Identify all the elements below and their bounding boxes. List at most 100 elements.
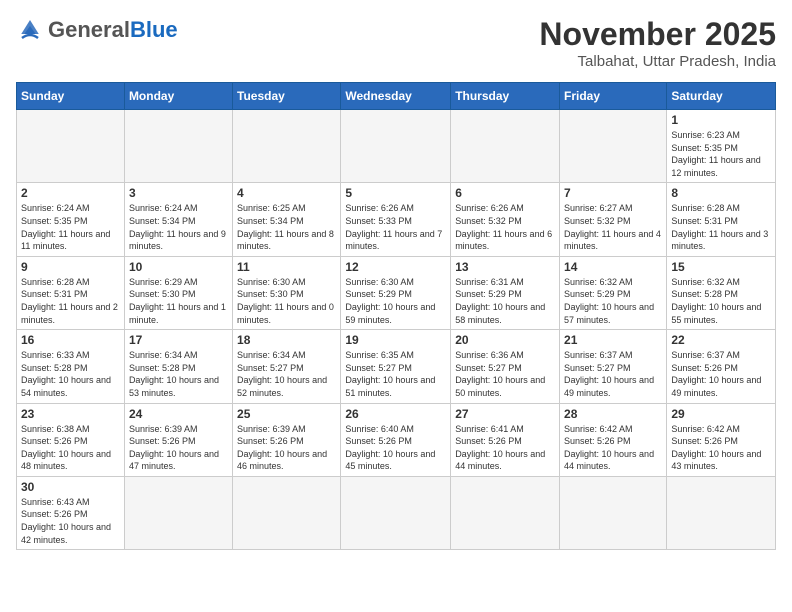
calendar-cell: 17Sunrise: 6:34 AM Sunset: 5:28 PM Dayli… [124,330,232,403]
day-info: Sunrise: 6:34 AM Sunset: 5:27 PM Dayligh… [237,349,336,399]
title-area: November 2025 Talbahat, Uttar Pradesh, I… [539,16,776,70]
calendar-cell: 5Sunrise: 6:26 AM Sunset: 5:33 PM Daylig… [341,183,451,256]
calendar-week-row: 16 Sunrise: 6:33 AM Sunset: 5:28 PM Dayli… [17,330,776,403]
calendar-cell: 29Sunrise: 6:42 AM Sunset: 5:26 PM Dayli… [667,403,776,476]
day-info: Sunrise: 6:33 AM Sunset: 5:28 PM Dayligh… [21,349,120,399]
day-info: Sunrise: 6:26 AM Sunset: 5:32 PM Dayligh… [455,202,555,252]
day-number: 13 [455,260,555,274]
calendar-cell: 1 Sunrise: 6:23 AM Sunset: 5:35 PM Daylig… [667,110,776,183]
calendar-cell: 21 Sunrise: 6:37 AM Sunset: 5:27 PM Dayli… [560,330,667,403]
calendar-week-row: 1 Sunrise: 6:23 AM Sunset: 5:35 PM Daylig… [17,110,776,183]
day-info: Sunrise: 6:30 AM Sunset: 5:30 PM Dayligh… [237,276,336,326]
weekday-header: Wednesday [341,83,451,110]
calendar-cell: 26Sunrise: 6:40 AM Sunset: 5:26 PM Dayli… [341,403,451,476]
day-number: 28 [564,407,662,421]
logo-icon [16,16,44,44]
calendar-cell: 11 Sunrise: 6:30 AM Sunset: 5:30 PM Dayli… [233,256,341,329]
day-number: 26 [345,407,446,421]
calendar-week-row: 30Sunrise: 6:43 AM Sunset: 5:26 PM Dayli… [17,476,776,549]
calendar-cell: 24Sunrise: 6:39 AM Sunset: 5:26 PM Dayli… [124,403,232,476]
day-info: Sunrise: 6:43 AM Sunset: 5:26 PM Dayligh… [21,496,120,546]
day-info: Sunrise: 6:35 AM Sunset: 5:27 PM Dayligh… [345,349,446,399]
day-info: Sunrise: 6:36 AM Sunset: 5:27 PM Dayligh… [455,349,555,399]
weekday-header: Friday [560,83,667,110]
day-info: Sunrise: 6:32 AM Sunset: 5:29 PM Dayligh… [564,276,662,326]
calendar-cell: 3 Sunrise: 6:24 AM Sunset: 5:34 PM Daylig… [124,183,232,256]
calendar-week-row: 23Sunrise: 6:38 AM Sunset: 5:26 PM Dayli… [17,403,776,476]
calendar-cell: 16 Sunrise: 6:33 AM Sunset: 5:28 PM Dayli… [17,330,125,403]
calendar-cell: 13Sunrise: 6:31 AM Sunset: 5:29 PM Dayli… [451,256,560,329]
day-info: Sunrise: 6:23 AM Sunset: 5:35 PM Dayligh… [671,129,771,179]
day-info: Sunrise: 6:42 AM Sunset: 5:26 PM Dayligh… [671,423,771,473]
day-info: Sunrise: 6:28 AM Sunset: 5:31 PM Dayligh… [671,202,771,252]
calendar-cell [124,110,232,183]
calendar-cell [341,476,451,549]
calendar-cell: 8 Sunrise: 6:28 AM Sunset: 5:31 PM Daylig… [667,183,776,256]
day-info: Sunrise: 6:28 AM Sunset: 5:31 PM Dayligh… [21,276,120,326]
calendar-cell: 30Sunrise: 6:43 AM Sunset: 5:26 PM Dayli… [17,476,125,549]
day-number: 7 [564,186,662,200]
day-info: Sunrise: 6:30 AM Sunset: 5:29 PM Dayligh… [345,276,446,326]
day-number: 27 [455,407,555,421]
calendar-cell: 10 Sunrise: 6:29 AM Sunset: 5:30 PM Dayli… [124,256,232,329]
day-number: 15 [671,260,771,274]
logo-general: General [48,17,130,43]
calendar-cell [451,110,560,183]
day-info: Sunrise: 6:38 AM Sunset: 5:26 PM Dayligh… [21,423,120,473]
day-number: 21 [564,333,662,347]
calendar-cell: 4 Sunrise: 6:25 AM Sunset: 5:34 PM Daylig… [233,183,341,256]
calendar-week-row: 2 Sunrise: 6:24 AM Sunset: 5:35 PM Daylig… [17,183,776,256]
calendar-cell: 20 Sunrise: 6:36 AM Sunset: 5:27 PM Dayli… [451,330,560,403]
day-number: 25 [237,407,336,421]
day-info: Sunrise: 6:39 AM Sunset: 5:26 PM Dayligh… [237,423,336,473]
day-info: Sunrise: 6:37 AM Sunset: 5:27 PM Dayligh… [564,349,662,399]
calendar-cell [667,476,776,549]
calendar-cell: 28Sunrise: 6:42 AM Sunset: 5:26 PM Dayli… [560,403,667,476]
calendar-cell [560,110,667,183]
logo-blue: Blue [130,17,178,43]
day-info: Sunrise: 6:41 AM Sunset: 5:26 PM Dayligh… [455,423,555,473]
day-number: 19 [345,333,446,347]
calendar-cell [560,476,667,549]
day-number: 20 [455,333,555,347]
calendar-cell: 25 Sunrise: 6:39 AM Sunset: 5:26 PM Dayli… [233,403,341,476]
day-number: 24 [129,407,228,421]
calendar: SundayMondayTuesdayWednesdayThursdayFrid… [16,82,776,550]
calendar-cell: 23Sunrise: 6:38 AM Sunset: 5:26 PM Dayli… [17,403,125,476]
day-info: Sunrise: 6:25 AM Sunset: 5:34 PM Dayligh… [237,202,336,252]
day-number: 2 [21,186,120,200]
day-info: Sunrise: 6:27 AM Sunset: 5:32 PM Dayligh… [564,202,662,252]
calendar-cell: 2 Sunrise: 6:24 AM Sunset: 5:35 PM Daylig… [17,183,125,256]
calendar-cell: 7 Sunrise: 6:27 AM Sunset: 5:32 PM Daylig… [560,183,667,256]
day-number: 10 [129,260,228,274]
logo: GeneralBlue [16,16,178,44]
day-number: 4 [237,186,336,200]
calendar-cell: 18 Sunrise: 6:34 AM Sunset: 5:27 PM Dayli… [233,330,341,403]
day-info: Sunrise: 6:24 AM Sunset: 5:35 PM Dayligh… [21,202,120,252]
calendar-cell: 27 Sunrise: 6:41 AM Sunset: 5:26 PM Dayli… [451,403,560,476]
weekday-header: Sunday [17,83,125,110]
logo-area: GeneralBlue [16,16,178,44]
calendar-cell: 12Sunrise: 6:30 AM Sunset: 5:29 PM Dayli… [341,256,451,329]
day-number: 9 [21,260,120,274]
day-number: 18 [237,333,336,347]
calendar-cell [451,476,560,549]
day-info: Sunrise: 6:24 AM Sunset: 5:34 PM Dayligh… [129,202,228,252]
day-number: 1 [671,113,771,127]
day-info: Sunrise: 6:26 AM Sunset: 5:33 PM Dayligh… [345,202,446,252]
day-number: 16 [21,333,120,347]
day-number: 3 [129,186,228,200]
day-number: 8 [671,186,771,200]
day-info: Sunrise: 6:32 AM Sunset: 5:28 PM Dayligh… [671,276,771,326]
day-info: Sunrise: 6:29 AM Sunset: 5:30 PM Dayligh… [129,276,228,326]
weekday-header: Thursday [451,83,560,110]
day-number: 11 [237,260,336,274]
calendar-cell: 19 Sunrise: 6:35 AM Sunset: 5:27 PM Dayli… [341,330,451,403]
weekday-header: Tuesday [233,83,341,110]
weekday-header: Saturday [667,83,776,110]
calendar-cell: 6Sunrise: 6:26 AM Sunset: 5:32 PM Daylig… [451,183,560,256]
day-info: Sunrise: 6:37 AM Sunset: 5:26 PM Dayligh… [671,349,771,399]
calendar-cell: 22 Sunrise: 6:37 AM Sunset: 5:26 PM Dayli… [667,330,776,403]
day-number: 22 [671,333,771,347]
calendar-cell [341,110,451,183]
